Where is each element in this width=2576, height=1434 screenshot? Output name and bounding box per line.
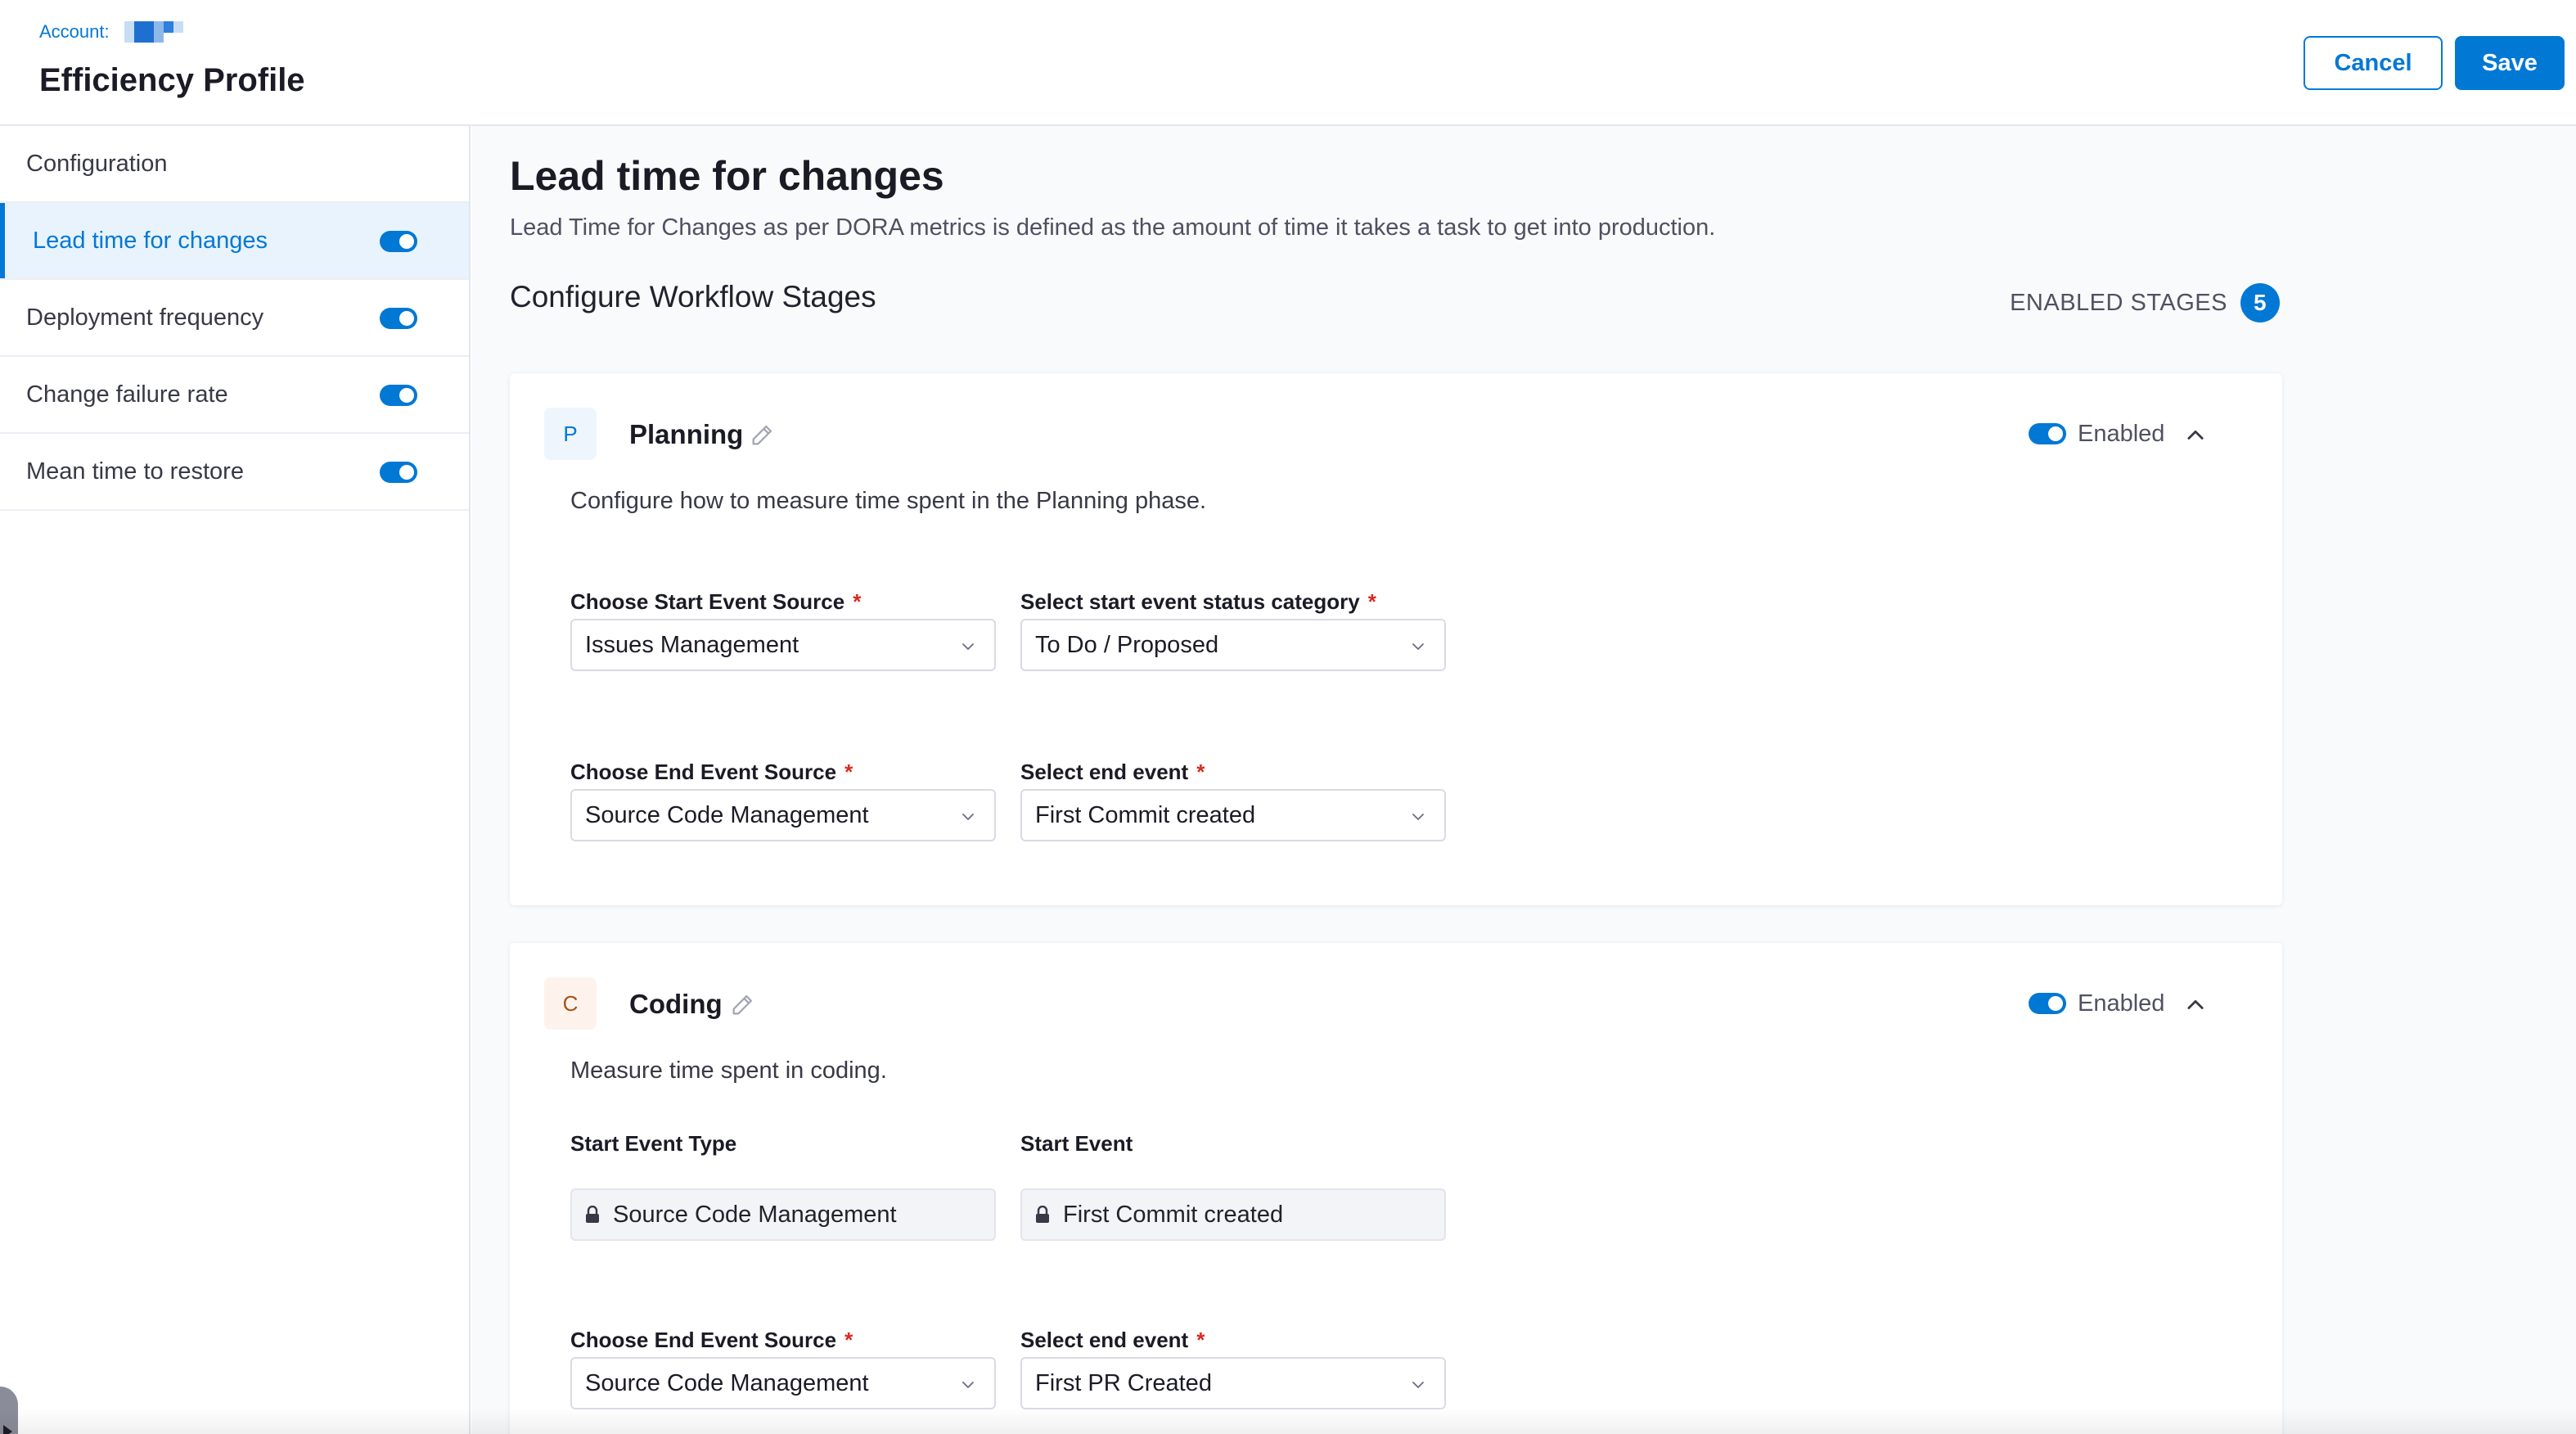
bottom-fade xyxy=(0,1408,2576,1434)
sidebar-item-deployment-frequency[interactable]: Deployment frequency xyxy=(0,280,469,357)
select-value: First PR Created xyxy=(1035,1369,1212,1396)
required-marker: * xyxy=(844,760,853,784)
select-value: Source Code Management xyxy=(585,1369,869,1396)
sidebar-item-label: Lead time for changes xyxy=(33,227,268,254)
stage-card-planning: P Planning Enabled Configure how to meas… xyxy=(510,373,2282,905)
end-event-label: Select end event * xyxy=(1020,1328,1205,1353)
field-label-text: Choose End Event Source xyxy=(570,760,837,784)
stage-enabled-toggle[interactable] xyxy=(2029,423,2066,444)
field-label-text: Select end event xyxy=(1020,1328,1189,1352)
field-label-text: Select end event xyxy=(1020,760,1189,784)
enabled-stages-count-badge: 5 xyxy=(2240,283,2280,322)
start-source-select[interactable]: Issues Management xyxy=(570,619,996,671)
end-source-label: Choose End Event Source * xyxy=(570,1328,853,1353)
sidebar-item-label: Configuration xyxy=(26,150,168,177)
sidebar-item-mean-time-to-restore[interactable]: Mean time to restore xyxy=(0,434,469,511)
workflow-stages-title: Configure Workflow Stages xyxy=(510,280,876,313)
chevron-down-icon xyxy=(962,1382,974,1388)
locked-value: Source Code Management xyxy=(613,1201,897,1228)
end-event-select[interactable]: First PR Created xyxy=(1020,1357,1446,1409)
stage-letter-avatar: P xyxy=(544,408,597,460)
stage-enabled-toggle[interactable] xyxy=(2029,993,2066,1014)
change-failure-rate-toggle[interactable] xyxy=(380,385,417,406)
required-marker: * xyxy=(844,1328,853,1352)
deployment-frequency-toggle[interactable] xyxy=(380,308,417,329)
save-button[interactable]: Save xyxy=(2455,36,2565,90)
select-value: First Commit created xyxy=(1035,801,1256,828)
field-label-text: Choose End Event Source xyxy=(570,1328,837,1352)
sidebar-item-change-failure-rate[interactable]: Change failure rate xyxy=(0,357,469,434)
lead-time-toggle[interactable] xyxy=(380,231,417,252)
locked-value: First Commit created xyxy=(1063,1201,1284,1228)
account-label: Account: xyxy=(39,21,110,42)
section-heading: Lead time for changes xyxy=(510,153,944,199)
main-content: Lead time for changes Lead Time for Chan… xyxy=(472,126,2576,1434)
page-header: Account: Efficiency Profile Cancel Save xyxy=(0,0,2576,126)
enabled-stages-indicator: ENABLED STAGES 5 xyxy=(2010,283,2280,322)
sidebar: Configuration Lead time for changes Depl… xyxy=(0,126,471,1434)
sidebar-item-label: Deployment frequency xyxy=(26,304,264,331)
sidebar-item-label: Change failure rate xyxy=(26,381,228,408)
chevron-up-icon[interactable] xyxy=(2184,994,2207,1017)
start-status-label: Select start event status category * xyxy=(1020,589,1376,615)
stage-name: Planning xyxy=(629,419,744,449)
lock-icon xyxy=(586,1206,599,1223)
pencil-icon[interactable] xyxy=(749,421,777,449)
start-source-label: Choose Start Event Source * xyxy=(570,589,861,615)
required-marker: * xyxy=(1367,589,1376,614)
end-source-select[interactable]: Source Code Management xyxy=(570,789,996,841)
start-type-label: Start Event Type xyxy=(570,1131,737,1156)
chevron-down-icon xyxy=(962,814,974,820)
select-value: Issues Management xyxy=(585,631,799,658)
account-logo xyxy=(124,21,183,43)
start-event-label: Start Event xyxy=(1020,1131,1133,1156)
stage-card-coding: C Coding Enabled Measure time spent in c… xyxy=(510,943,2282,1434)
stage-name: Coding xyxy=(629,989,723,1019)
pencil-icon[interactable] xyxy=(729,990,757,1018)
lock-icon xyxy=(1036,1206,1049,1223)
select-value: To Do / Proposed xyxy=(1035,631,1219,658)
chevron-down-icon xyxy=(1412,1382,1424,1388)
sidebar-item-configuration[interactable]: Configuration xyxy=(0,126,469,203)
start-status-select[interactable]: To Do / Proposed xyxy=(1020,619,1446,671)
field-label-text: Select start event status category xyxy=(1020,589,1360,614)
section-description: Lead Time for Changes as per DORA metric… xyxy=(510,214,1716,241)
chevron-up-icon[interactable] xyxy=(2184,424,2207,447)
stage-enabled-label: Enabled xyxy=(2078,990,2165,1017)
enabled-stages-label: ENABLED STAGES xyxy=(2010,289,2227,316)
account-indicator: Account: xyxy=(39,21,183,43)
stage-letter-avatar: C xyxy=(544,977,597,1030)
page-title: Efficiency Profile xyxy=(39,62,305,98)
end-event-label: Select end event * xyxy=(1020,760,1205,785)
required-marker: * xyxy=(853,589,862,614)
cancel-button[interactable]: Cancel xyxy=(2304,36,2443,90)
stage-enabled-label: Enabled xyxy=(2078,421,2165,447)
sidebar-item-label: Mean time to restore xyxy=(26,458,244,485)
stage-description: Measure time spent in coding. xyxy=(570,1057,887,1084)
start-event-field: First Commit created xyxy=(1020,1188,1446,1241)
chevron-down-icon xyxy=(1412,643,1424,650)
end-source-label: Choose End Event Source * xyxy=(570,760,853,785)
required-marker: * xyxy=(1196,1328,1205,1352)
end-source-select[interactable]: Source Code Management xyxy=(570,1357,996,1409)
field-label-text: Choose Start Event Source xyxy=(570,589,845,614)
stage-description: Configure how to measure time spent in t… xyxy=(570,488,1207,514)
start-type-field: Source Code Management xyxy=(570,1188,996,1241)
select-value: Source Code Management xyxy=(585,801,869,828)
chevron-down-icon xyxy=(962,643,974,650)
end-event-select[interactable]: First Commit created xyxy=(1020,789,1446,841)
required-marker: * xyxy=(1196,760,1205,784)
chevron-down-icon xyxy=(1412,814,1424,820)
sidebar-item-lead-time-for-changes[interactable]: Lead time for changes xyxy=(0,203,469,280)
mean-time-to-restore-toggle[interactable] xyxy=(380,462,417,483)
